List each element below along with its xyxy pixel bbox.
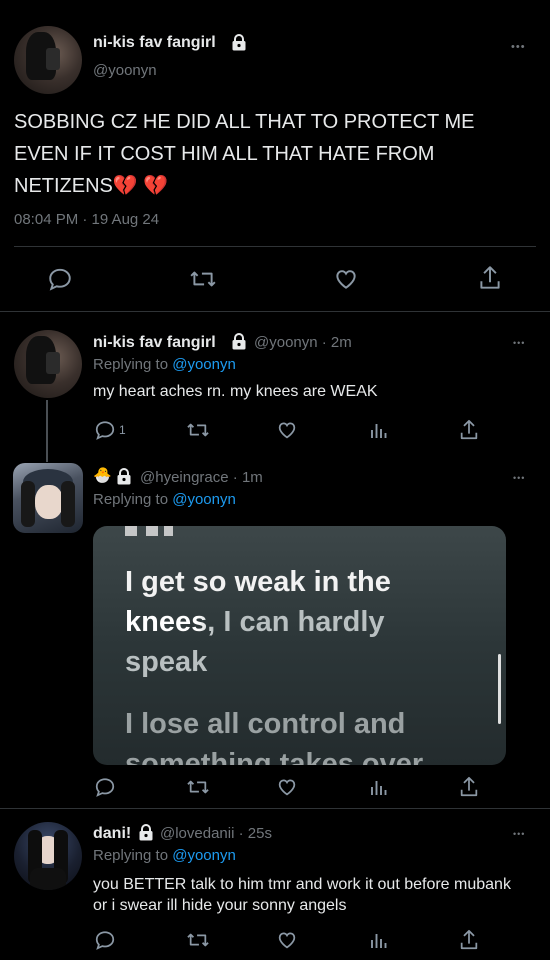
display-name[interactable]: dani!: [93, 825, 131, 843]
tweet-text: my heart aches rn. my knees are WEAK: [93, 383, 378, 400]
reply-icon[interactable]: [94, 419, 116, 441]
scrollbar[interactable]: [498, 654, 501, 724]
divider: [14, 246, 536, 247]
lock-icon: [116, 468, 132, 485]
like-icon[interactable]: [333, 266, 359, 292]
reply-icon[interactable]: [47, 266, 73, 292]
mention-link[interactable]: @yoonyn: [172, 847, 236, 864]
replying-to-label: Replying to: [93, 847, 169, 864]
lyric-line: speak: [125, 646, 208, 678]
lyric-line: knees, I can hardly: [125, 606, 385, 638]
handle[interactable]: @hyeingrace · 1m: [140, 469, 263, 486]
lock-icon: [231, 34, 247, 51]
retweet-icon[interactable]: [186, 776, 210, 798]
handle[interactable]: @lovedanii · 25s: [160, 825, 272, 842]
like-icon[interactable]: [276, 776, 298, 798]
replying-to: Replying to @yoonyn: [93, 356, 236, 373]
mention-link[interactable]: @yoonyn: [172, 491, 236, 508]
display-name[interactable]: 🐣: [93, 466, 112, 484]
tweet-text: SOBBING CZ HE DID ALL THAT TO PROTECT ME…: [14, 111, 475, 197]
replying-to-label: Replying to: [93, 356, 169, 373]
reply-icon[interactable]: [94, 929, 116, 951]
lyric-line: something takes over: [125, 748, 424, 765]
analytics-icon[interactable]: [368, 419, 390, 441]
share-icon[interactable]: [458, 418, 480, 442]
retweet-icon[interactable]: [186, 929, 210, 951]
share-icon[interactable]: [458, 928, 480, 952]
replying-to: Replying to @yoonyn: [93, 491, 236, 508]
avatar[interactable]: [14, 26, 82, 94]
like-icon[interactable]: [276, 929, 298, 951]
divider: [0, 311, 550, 312]
lock-icon: [231, 333, 247, 350]
reply-count: 1: [119, 423, 126, 437]
retweet-icon[interactable]: [189, 266, 217, 292]
more-options-button[interactable]: •••: [511, 42, 526, 53]
share-icon[interactable]: [458, 775, 480, 799]
more-options-button[interactable]: •••: [513, 338, 525, 348]
analytics-icon[interactable]: [368, 776, 390, 798]
timestamp: 08:04 PM · 19 Aug 24: [14, 211, 160, 228]
replying-to: Replying to @yoonyn: [93, 847, 236, 864]
tweet-text: you BETTER talk to him tmr and work it o…: [93, 876, 511, 914]
replying-to-label: Replying to: [93, 491, 169, 508]
more-options-button[interactable]: •••: [513, 829, 525, 839]
thread-line: [46, 400, 48, 462]
analytics-icon[interactable]: [368, 929, 390, 951]
handle[interactable]: @yoonyn: [93, 62, 157, 79]
avatar[interactable]: [13, 463, 83, 533]
reply-icon[interactable]: [94, 776, 116, 798]
handle[interactable]: @yoonyn · 2m: [254, 334, 352, 351]
lyric-line: I get so weak in the: [125, 566, 391, 598]
avatar[interactable]: [14, 822, 82, 890]
divider: [0, 808, 550, 809]
display-name[interactable]: ni-kis fav fangirl: [93, 34, 216, 52]
retweet-icon[interactable]: [186, 419, 210, 441]
display-name[interactable]: ni-kis fav fangirl: [93, 334, 216, 352]
lyric-line: I lose all control and: [125, 708, 406, 740]
mention-link[interactable]: @yoonyn: [172, 356, 236, 373]
avatar[interactable]: [14, 330, 82, 398]
share-icon[interactable]: [477, 264, 503, 292]
more-options-button[interactable]: •••: [513, 473, 525, 483]
lock-icon: [138, 824, 154, 841]
media-image[interactable]: I get so weak in the knees, I can hardly…: [93, 526, 506, 765]
like-icon[interactable]: [276, 419, 298, 441]
